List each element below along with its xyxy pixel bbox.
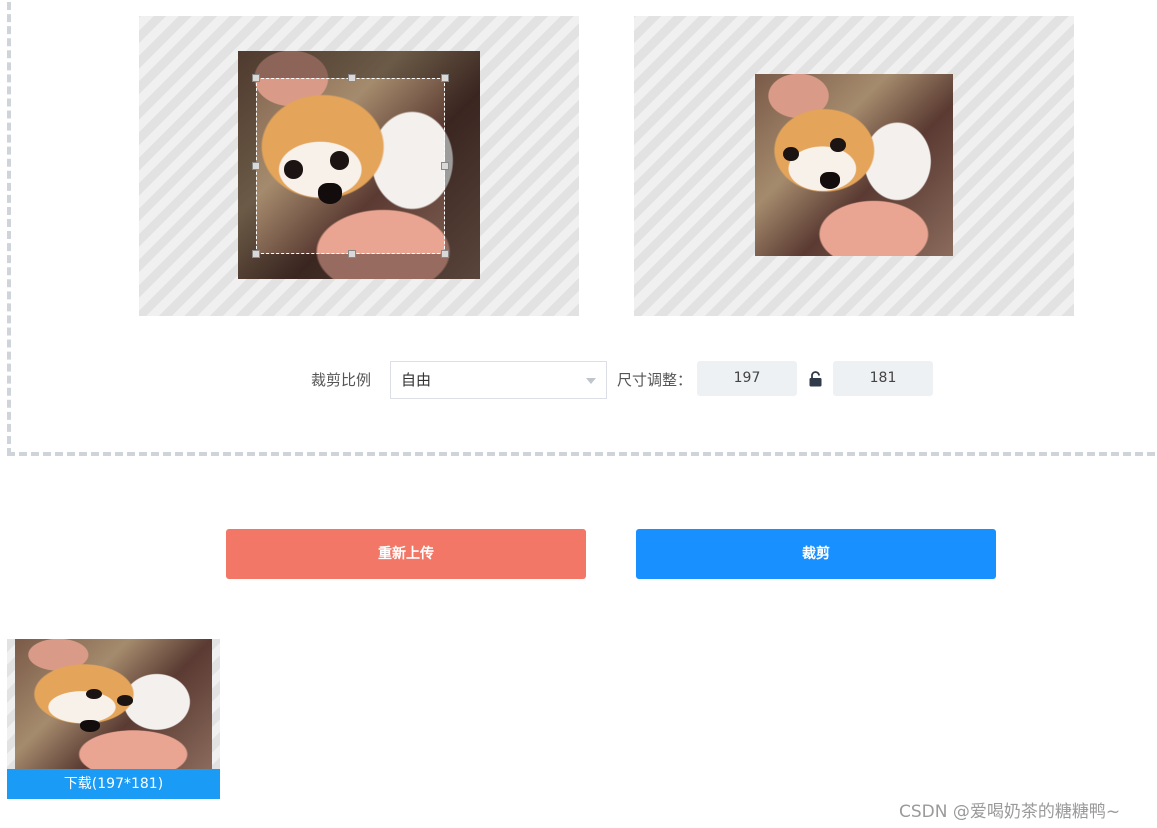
crop-handle-left[interactable] [252, 162, 260, 170]
crop-button[interactable]: 裁剪 [636, 529, 996, 579]
cropped-result-image [15, 639, 212, 770]
chevron-down-icon [586, 378, 596, 384]
ratio-label: 裁剪比例 [311, 371, 372, 389]
download-button[interactable]: 下载(197*181) [7, 769, 220, 799]
ratio-select[interactable]: 自由 [390, 361, 607, 399]
crop-handle-right[interactable] [441, 162, 449, 170]
reupload-button[interactable]: 重新上传 [226, 529, 586, 579]
crop-handle-top-right[interactable] [441, 74, 449, 82]
width-input[interactable]: 197 [697, 361, 797, 396]
size-label: 尺寸调整： [617, 371, 693, 389]
crop-handle-bottom-right[interactable] [441, 250, 449, 258]
crop-selection-box[interactable] [256, 78, 445, 254]
height-input[interactable]: 181 [833, 361, 933, 396]
watermark: CSDN @爱喝奶茶的糖糖鸭~ [899, 802, 1121, 822]
ratio-select-value: 自由 [401, 371, 432, 389]
crop-handle-top-left[interactable] [252, 74, 260, 82]
lock-open-icon[interactable] [809, 371, 822, 387]
crop-preview-image [755, 74, 953, 256]
crop-handle-bottom-left[interactable] [252, 250, 260, 258]
crop-handle-top[interactable] [348, 74, 356, 82]
crop-handle-bottom[interactable] [348, 250, 356, 258]
